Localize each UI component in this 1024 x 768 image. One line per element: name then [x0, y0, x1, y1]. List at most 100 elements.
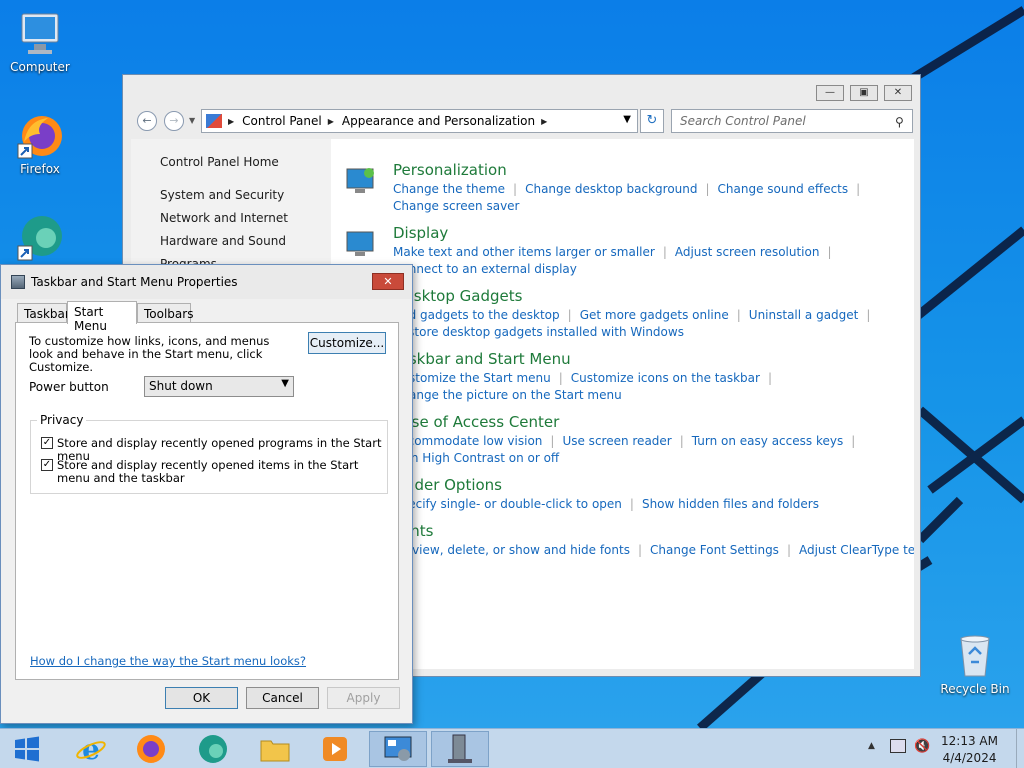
search-input[interactable]: Search Control Panel	[671, 109, 913, 133]
tab-toolbars[interactable]: Toolbars	[137, 303, 193, 323]
link-font-settings[interactable]: Change Font Settings	[650, 543, 779, 557]
close-button[interactable]: ✕	[884, 85, 912, 101]
sidebar-item-system-security[interactable]: System and Security	[160, 188, 284, 202]
edge-icon	[199, 735, 227, 763]
link-uninstall-gadget[interactable]: Uninstall a gadget	[749, 308, 859, 322]
recent-pages-dropdown-icon[interactable]: ▼	[189, 116, 195, 125]
desktop-icon-edge[interactable]	[0, 214, 80, 264]
control-panel-titlebar[interactable]: — ▣ ✕	[123, 75, 920, 107]
power-button-select[interactable]: Shut down ▼	[144, 376, 294, 397]
search-icon[interactable]: ⚲	[895, 115, 904, 129]
clock-time: 12:13 AM	[941, 734, 998, 748]
refresh-button[interactable]: ↻	[640, 109, 664, 133]
taskbar-file-explorer[interactable]	[246, 731, 304, 767]
cancel-button[interactable]: Cancel	[246, 687, 319, 709]
apply-button[interactable]: Apply	[327, 687, 400, 709]
sidebar-item-home[interactable]: Control Panel Home	[160, 155, 279, 169]
media-player-icon	[323, 737, 347, 761]
ok-button[interactable]: OK	[165, 687, 238, 709]
minimize-button[interactable]: —	[816, 85, 844, 101]
link-preview-fonts[interactable]: Preview, delete, or show and hide fonts	[393, 543, 630, 557]
category-title[interactable]: Personalization	[393, 161, 507, 179]
maximize-button[interactable]: ▣	[850, 85, 878, 101]
category-title[interactable]: Taskbar and Start Menu	[393, 350, 571, 368]
link-access-keys[interactable]: Turn on easy access keys	[692, 434, 843, 448]
desktop-icon-recycle-bin[interactable]: Recycle Bin	[935, 632, 1015, 696]
address-bar[interactable]: ▶ Control Panel ▶ Appearance and Persona…	[201, 109, 638, 133]
dialog-title: Taskbar and Start Menu Properties	[31, 275, 238, 289]
tab-start-menu[interactable]: Start Menu	[67, 301, 137, 333]
link-click-to-open[interactable]: Specify single- or double-click to open	[393, 497, 622, 511]
taskbar-properties-icon	[11, 275, 25, 289]
desktop-icon-computer[interactable]: Computer	[0, 10, 80, 74]
taskbar-properties-dialog: Taskbar and Start Menu Properties ✕ Task…	[0, 264, 413, 724]
link-change-theme[interactable]: Change the theme	[393, 182, 505, 196]
sidebar-item-network[interactable]: Network and Internet	[160, 211, 288, 225]
link-external-display[interactable]: Connect to an external display	[393, 262, 577, 276]
taskbar: e ▲ 🔇 12:13 AM 4/4/2024	[0, 728, 1024, 768]
category-content: Personalization Change the theme | Change …	[331, 139, 914, 669]
volume-muted-icon[interactable]: 🔇	[914, 739, 930, 754]
link-cleartype[interactable]: Adjust ClearType text	[799, 543, 914, 557]
clock-date: 4/4/2024	[942, 751, 997, 765]
taskbar-firefox[interactable]	[122, 731, 180, 767]
link-change-sound-effects[interactable]: Change sound effects	[718, 182, 849, 196]
edge-icon	[16, 214, 64, 262]
chevron-down-icon: ▼	[281, 378, 289, 389]
recent-programs-checkbox[interactable]: ✓	[41, 437, 53, 449]
taskbar-edge[interactable]	[184, 731, 242, 767]
show-desktop-button[interactable]	[1016, 729, 1024, 768]
breadcrumb-control-panel[interactable]: Control Panel	[242, 114, 322, 128]
desktop-icon-firefox[interactable]: Firefox	[0, 112, 80, 176]
svg-text:e: e	[82, 733, 100, 765]
taskbar-media-player[interactable]	[306, 731, 364, 767]
link-change-desktop-background[interactable]: Change desktop background	[525, 182, 697, 196]
taskbar-clock[interactable]: 12:13 AM 4/4/2024	[941, 733, 998, 767]
dialog-close-button[interactable]: ✕	[372, 273, 404, 290]
category-title[interactable]: Display	[393, 224, 448, 242]
taskbar-internet-explorer[interactable]: e	[62, 731, 120, 767]
link-more-gadgets[interactable]: Get more gadgets online	[580, 308, 729, 322]
desktop: Computer Firefox Recycle Bin — ▣ ✕ ← → ▼	[0, 0, 1024, 728]
tab-taskbar[interactable]: Taskbar	[17, 303, 70, 323]
file-explorer-icon	[260, 740, 290, 762]
firefox-icon	[16, 112, 64, 160]
link-high-contrast[interactable]: Turn High Contrast on or off	[393, 451, 559, 465]
breadcrumb-arrow-icon[interactable]: ▶	[541, 117, 547, 126]
power-button-label: Power button	[29, 380, 109, 394]
link-change-screen-saver[interactable]: Change screen saver	[393, 199, 520, 213]
breadcrumb-appearance[interactable]: Appearance and Personalization	[342, 114, 535, 128]
dialog-titlebar[interactable]: Taskbar and Start Menu Properties ✕	[1, 265, 412, 299]
link-hidden-files[interactable]: Show hidden files and folders	[642, 497, 819, 511]
link-screen-reader[interactable]: Use screen reader	[562, 434, 671, 448]
link-screen-resolution[interactable]: Adjust screen resolution	[675, 245, 820, 259]
back-button[interactable]: ←	[137, 111, 157, 131]
customize-button[interactable]: Customize...	[308, 332, 386, 354]
forward-button[interactable]: →	[164, 111, 184, 131]
network-icon[interactable]	[890, 739, 906, 753]
recent-items-checkbox[interactable]: ✓	[41, 459, 53, 471]
link-customize-taskbar-icons[interactable]: Customize icons on the taskbar	[571, 371, 760, 385]
start-button[interactable]	[0, 731, 54, 767]
sidebar-item-hardware[interactable]: Hardware and Sound	[160, 234, 286, 248]
breadcrumb-arrow-icon[interactable]: ▶	[228, 117, 234, 126]
customize-description: To customize how links, icons, and menus…	[29, 334, 270, 374]
address-dropdown-icon[interactable]: ▼	[623, 114, 631, 125]
breadcrumb-arrow-icon[interactable]: ▶	[328, 117, 334, 126]
link-restore-gadgets[interactable]: Restore desktop gadgets installed with W…	[393, 325, 684, 339]
link-customize-start-menu[interactable]: Customize the Start menu	[393, 371, 551, 385]
link-text-size[interactable]: Make text and other items larger or smal…	[393, 245, 655, 259]
link-low-vision[interactable]: Accommodate low vision	[393, 434, 542, 448]
taskbar-properties-window[interactable]	[431, 731, 489, 767]
taskbar-control-panel[interactable]	[369, 731, 427, 767]
control-panel-icon	[384, 736, 412, 761]
help-link[interactable]: How do I change the way the Start menu l…	[30, 654, 306, 668]
start-icon	[15, 736, 39, 762]
internet-explorer-icon: e	[76, 733, 106, 766]
control-panel-icon	[206, 114, 222, 128]
category-title[interactable]: Ease of Access Center	[393, 413, 559, 431]
link-add-gadgets[interactable]: Add gadgets to the desktop	[393, 308, 560, 322]
link-start-menu-picture[interactable]: Change the picture on the Start menu	[393, 388, 622, 402]
desktop-icon-label: Recycle Bin	[940, 682, 1010, 696]
show-hidden-icons-icon[interactable]: ▲	[868, 741, 875, 751]
